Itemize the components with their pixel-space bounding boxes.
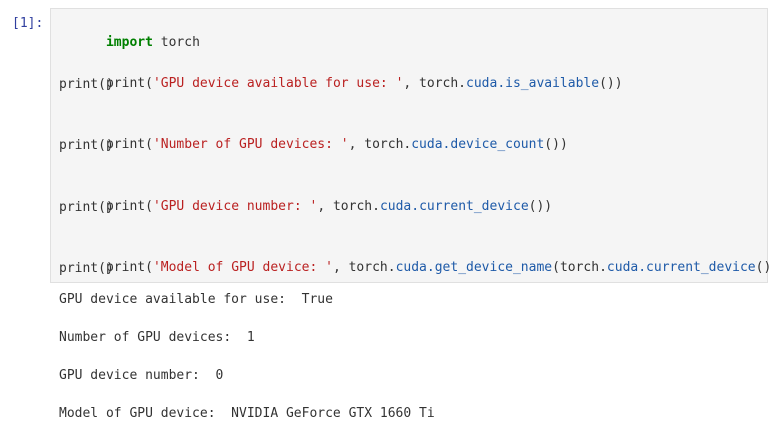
code-line-print-empty: print() (59, 200, 114, 215)
code-line-print-empty: print() (59, 138, 114, 153)
output-line-model: Model of GPU device: NVIDIA GeForce GTX … (59, 406, 435, 421)
code-text: , torch. (403, 76, 467, 91)
attribute-call: cuda.get_device_name (395, 260, 553, 275)
attribute-call: cuda.is_available (466, 76, 600, 91)
notebook-code-cell[interactable]: [1]: import torch print('GPU device avai… (0, 0, 770, 433)
keyword-import: import (105, 35, 153, 50)
code-text: , torch. (317, 199, 380, 214)
output-line-number: GPU device number: 0 (59, 368, 224, 383)
attribute-call: cuda.current_device (379, 199, 529, 214)
output-line-count: Number of GPU devices: 1 (59, 330, 255, 345)
attribute-call: cuda.current_device (606, 260, 756, 275)
code-text: ())) (755, 260, 770, 275)
code-text: ()) (544, 137, 568, 152)
attribute-call: cuda.device_count (411, 137, 545, 152)
code-text: (torch. (552, 260, 607, 275)
code-text: , torch. (348, 137, 412, 152)
code-text: ()) (599, 76, 623, 91)
code-line-print-empty: print() (59, 261, 114, 276)
string-literal: 'GPU device number: ' (152, 199, 318, 214)
code-line-print-model: print('Model of GPU device: ', torch.cud… (59, 238, 770, 275)
cell-output: GPU device available for use: True Numbe… (59, 288, 759, 428)
code-line-print-available: print('GPU device available for use: ', … (59, 54, 623, 91)
code-editor[interactable]: import torch print('GPU device available… (50, 8, 770, 283)
string-literal: 'Number of GPU devices: ' (152, 137, 349, 152)
string-literal: 'Model of GPU device: ' (152, 260, 333, 275)
cell-execution-prompt: [1]: (12, 16, 44, 31)
output-line-available: GPU device available for use: True (59, 292, 333, 307)
code-line-print-empty: print() (59, 77, 114, 92)
module-name: torch (152, 35, 200, 50)
code-line-print-number: print('GPU device number: ', torch.cuda.… (59, 177, 552, 214)
code-text: ()) (528, 199, 553, 214)
code-text: , torch. (332, 260, 396, 275)
string-literal: 'GPU device available for use: ' (152, 76, 404, 91)
code-line-print-count: print('Number of GPU devices: ', torch.c… (59, 115, 568, 152)
code-line-import: import torch (59, 13, 200, 50)
